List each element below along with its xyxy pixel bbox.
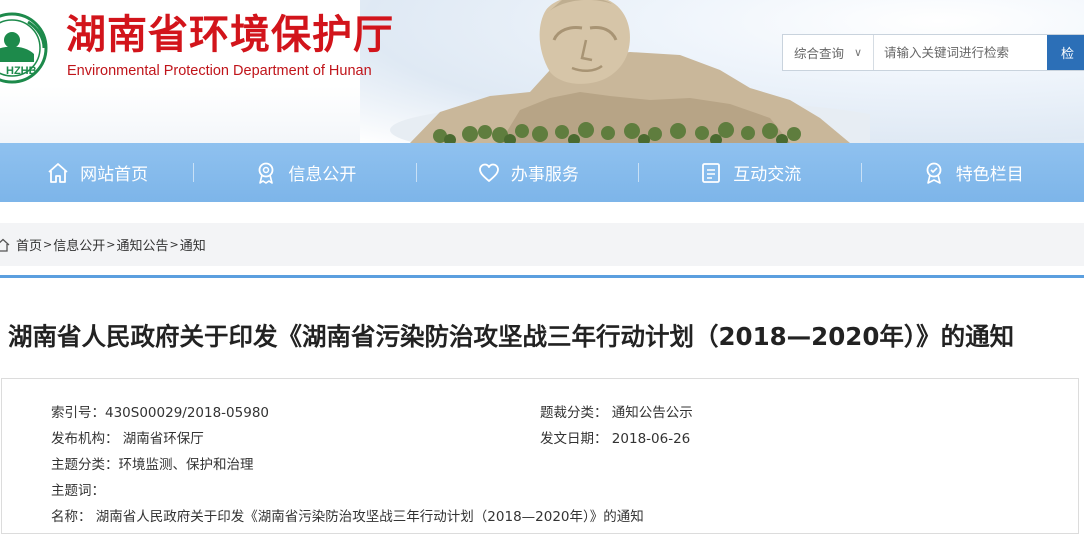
breadcrumb-link-notices[interactable]: 通知公告: [116, 235, 168, 254]
search-scope-select[interactable]: 综合查询 ∨: [783, 35, 874, 70]
meta-label: 索引号：: [51, 405, 105, 421]
nav-item-services[interactable]: 办事服务: [417, 143, 640, 202]
breadcrumb-link-info[interactable]: 信息公开: [53, 235, 105, 254]
meta-label: 名称：: [51, 509, 92, 525]
document-icon: [702, 162, 721, 183]
document-meta-box: 索引号：430S00029/2018-05980 题裁分类： 通知公告公示 发布…: [1, 378, 1079, 534]
meta-value: 湖南省环保厅: [122, 431, 204, 447]
breadcrumb-separator: >: [106, 238, 116, 251]
search-input[interactable]: [874, 35, 1047, 70]
breadcrumb-home-icon: [0, 238, 10, 252]
meta-name: 名称： 湖南省人民政府关于印发《湖南省污染防治攻坚战三年行动计划（2018—20…: [51, 505, 644, 525]
meta-label: 主题词：: [51, 483, 105, 499]
meta-value: 湖南省人民政府关于印发《湖南省污染防治攻坚战三年行动计划（2018—2020年）…: [95, 509, 644, 525]
meta-label: 主题分类：: [51, 457, 119, 473]
chevron-down-icon: ∨: [854, 47, 863, 59]
nav-item-label: 网站首页: [80, 165, 149, 185]
meta-keywords: 主题词：: [51, 479, 105, 499]
heart-icon: [478, 163, 499, 182]
breadcrumb-link-home[interactable]: 首页: [16, 235, 42, 254]
breadcrumb-link-notice[interactable]: 通知: [180, 235, 206, 254]
meta-label: 发文日期：: [540, 431, 608, 447]
breadcrumb-separator: >: [169, 238, 179, 251]
meta-category: 题裁分类： 通知公告公示: [540, 401, 693, 421]
meta-label: 发布机构：: [51, 431, 119, 447]
search-scope-label: 综合查询: [794, 47, 845, 61]
meta-value: 2018-06-26: [611, 431, 691, 447]
meta-label: 题裁分类：: [540, 405, 608, 421]
badge-icon: [926, 162, 942, 184]
site-subtitle: Environmental Protection Department of H…: [67, 63, 372, 79]
breadcrumb-separator: >: [43, 238, 53, 251]
site-header: HZHB 湖南省环境保护厅 Environmental Protection D…: [0, 0, 1084, 143]
logo-text: HZHB: [6, 65, 37, 77]
section-divider: [0, 275, 1084, 278]
statue-scenery-image: [390, 0, 870, 143]
nav-item-label: 特色栏目: [955, 165, 1024, 185]
meta-value: 环境监测、保护和治理: [118, 457, 254, 473]
nav-item-info-disclosure[interactable]: 信息公开: [194, 143, 418, 202]
meta-value: 通知公告公示: [611, 405, 693, 421]
nav-item-interaction[interactable]: 互动交流: [639, 143, 862, 202]
main-nav: 网站首页 信息公开 办事服务 互动交流 特色栏目: [0, 143, 1084, 202]
meta-publisher: 发布机构： 湖南省环保厅: [51, 427, 204, 447]
home-icon: [48, 162, 68, 183]
search-bar: 综合查询 ∨ 检 索: [782, 34, 1084, 71]
meta-date: 发文日期： 2018-06-26: [540, 427, 690, 447]
nav-item-label: 互动交流: [733, 165, 802, 185]
meta-value: 430S00029/2018-05980: [105, 405, 270, 421]
meta-index: 索引号：430S00029/2018-05980: [51, 401, 269, 421]
award-icon: [258, 162, 274, 184]
hzhb-logo: HZHB: [0, 12, 48, 84]
nav-item-featured[interactable]: 特色栏目: [862, 143, 1084, 202]
nav-item-label: 信息公开: [288, 165, 357, 185]
site-title: 湖南省环境保护厅: [66, 11, 394, 58]
breadcrumb: 首页 > 信息公开 > 通知公告 > 通知: [0, 223, 1084, 266]
article-title: 湖南省人民政府关于印发《湖南省污染防治攻坚战三年行动计划（2018—2020年）…: [8, 322, 1015, 351]
meta-topic: 主题分类：环境监测、保护和治理: [51, 453, 254, 473]
search-button[interactable]: 检 索: [1047, 35, 1084, 70]
nav-item-label: 办事服务: [510, 165, 579, 185]
nav-item-home[interactable]: 网站首页: [0, 143, 195, 202]
